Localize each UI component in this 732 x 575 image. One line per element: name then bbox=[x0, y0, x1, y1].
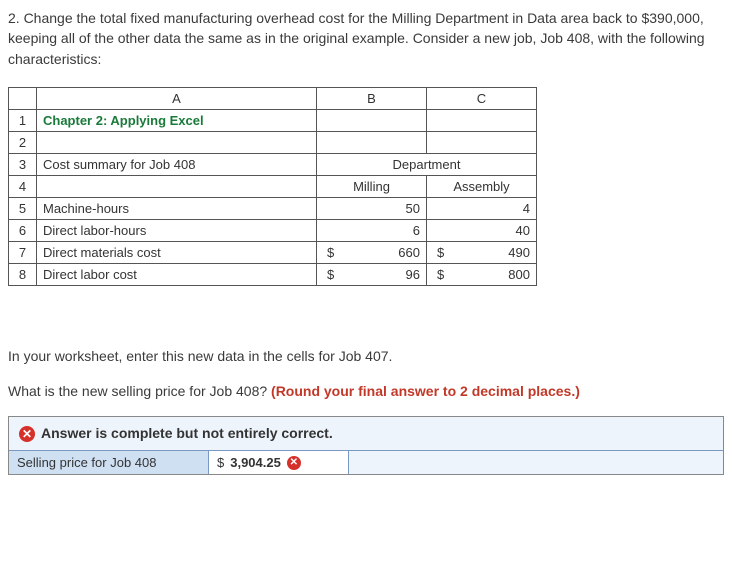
row-header: 8 bbox=[9, 263, 37, 285]
milling-header: Milling bbox=[317, 175, 427, 197]
row-header: 6 bbox=[9, 219, 37, 241]
instruction-2: What is the new selling price for Job 40… bbox=[8, 381, 724, 402]
direct-labor-cost-milling: $96 bbox=[317, 263, 427, 285]
col-header-c: C bbox=[427, 87, 537, 109]
error-icon: ✕ bbox=[287, 456, 301, 470]
instruction-1: In your worksheet, enter this new data i… bbox=[8, 346, 724, 367]
error-icon: ✕ bbox=[19, 426, 35, 442]
cell-c2 bbox=[427, 131, 537, 153]
direct-materials-assembly: $490 bbox=[427, 241, 537, 263]
machine-hours-milling: 50 bbox=[317, 197, 427, 219]
feedback-remainder bbox=[349, 451, 723, 474]
answer-row: Selling price for Job 408 $ 3,904.25 ✕ bbox=[9, 450, 723, 474]
question-text: 2. Change the total fixed manufacturing … bbox=[8, 8, 724, 69]
answer-value: 3,904.25 bbox=[230, 455, 281, 470]
row-header: 4 bbox=[9, 175, 37, 197]
dollar-sign: $ bbox=[323, 245, 334, 260]
machine-hours-label: Machine-hours bbox=[37, 197, 317, 219]
spreadsheet-table: A B C 1 Chapter 2: Applying Excel 2 3 Co… bbox=[8, 87, 537, 286]
currency-symbol: $ bbox=[217, 455, 224, 470]
answer-value-cell[interactable]: $ 3,904.25 ✕ bbox=[209, 451, 349, 474]
corner-cell bbox=[9, 87, 37, 109]
instruction-2-emphasis: (Round your final answer to 2 decimal pl… bbox=[271, 383, 580, 399]
direct-materials-milling: $660 bbox=[317, 241, 427, 263]
cell-a3: Cost summary for Job 408 bbox=[37, 153, 317, 175]
feedback-header: ✕ Answer is complete but not entirely cor… bbox=[9, 417, 723, 450]
col-header-a: A bbox=[37, 87, 317, 109]
cell-a4 bbox=[37, 175, 317, 197]
value: 96 bbox=[406, 267, 420, 282]
department-header: Department bbox=[317, 153, 537, 175]
direct-labor-hours-milling: 6 bbox=[317, 219, 427, 241]
col-header-b: B bbox=[317, 87, 427, 109]
dollar-sign: $ bbox=[433, 245, 444, 260]
row-header: 1 bbox=[9, 109, 37, 131]
cell-a1: Chapter 2: Applying Excel bbox=[37, 109, 317, 131]
value: 490 bbox=[508, 245, 530, 260]
cell-b2 bbox=[317, 131, 427, 153]
dollar-sign: $ bbox=[433, 267, 444, 282]
assembly-header: Assembly bbox=[427, 175, 537, 197]
direct-labor-cost-assembly: $800 bbox=[427, 263, 537, 285]
cell-c1 bbox=[427, 109, 537, 131]
row-header: 3 bbox=[9, 153, 37, 175]
direct-labor-cost-label: Direct labor cost bbox=[37, 263, 317, 285]
dollar-sign: $ bbox=[323, 267, 334, 282]
cell-b1 bbox=[317, 109, 427, 131]
chapter-title: Chapter 2: Applying Excel bbox=[43, 113, 204, 128]
value: 800 bbox=[508, 267, 530, 282]
machine-hours-assembly: 4 bbox=[427, 197, 537, 219]
row-header: 7 bbox=[9, 241, 37, 263]
instruction-2-prefix: What is the new selling price for Job 40… bbox=[8, 383, 271, 399]
direct-labor-hours-assembly: 40 bbox=[427, 219, 537, 241]
answer-label: Selling price for Job 408 bbox=[9, 451, 209, 474]
direct-materials-label: Direct materials cost bbox=[37, 241, 317, 263]
value: 660 bbox=[398, 245, 420, 260]
row-header: 5 bbox=[9, 197, 37, 219]
direct-labor-hours-label: Direct labor-hours bbox=[37, 219, 317, 241]
feedback-box: ✕ Answer is complete but not entirely cor… bbox=[8, 416, 724, 475]
row-header: 2 bbox=[9, 131, 37, 153]
cell-a2 bbox=[37, 131, 317, 153]
feedback-header-text: Answer is complete but not entirely corr… bbox=[41, 425, 333, 441]
